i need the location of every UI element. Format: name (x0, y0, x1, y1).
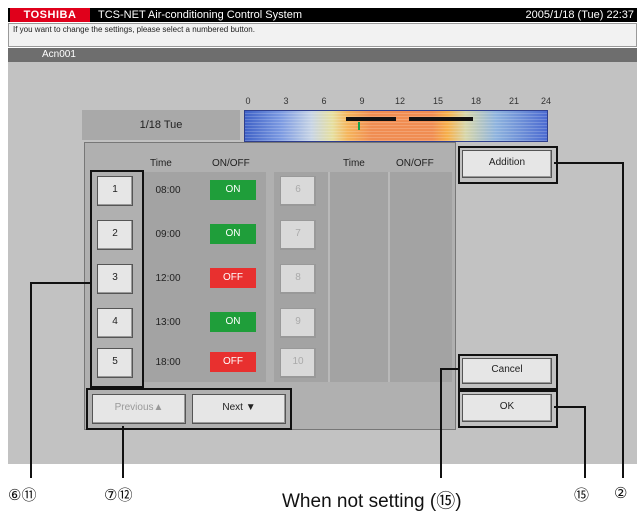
timeline-tick: 12 (394, 96, 405, 106)
status-badge: ON (210, 224, 256, 244)
timeline-tick: 9 (359, 96, 365, 106)
timeline-date: 1/18 Tue (82, 110, 240, 140)
column-header-onoff: ON/OFF (212, 158, 250, 169)
schedule-time: 12:00 (155, 273, 181, 284)
run-period (409, 117, 473, 121)
status-badge: OFF (210, 268, 256, 288)
schedule-time: 18:00 (155, 357, 181, 368)
status-badge: ON (210, 312, 256, 332)
current-marker (358, 122, 360, 130)
column-header-time: Time (343, 158, 365, 169)
callout-frame-numbers (90, 170, 144, 388)
group-name: Acn001 (8, 48, 637, 62)
timeline-tick: 18 (470, 96, 481, 106)
callout-number: ⑦⑫ (104, 487, 133, 504)
leader-line (30, 282, 32, 478)
schedule-number-button[interactable]: 6 (280, 176, 316, 206)
leader-line (440, 368, 460, 370)
app-title: TCS-NET Air-conditioning Control System (98, 9, 302, 21)
status-badge: ON (210, 180, 256, 200)
leader-line (554, 406, 586, 408)
timeline-tick: 21 (508, 96, 519, 106)
timeline-tick: 3 (283, 96, 289, 106)
callout-number: ⑥⑪ (8, 487, 37, 504)
leader-line (554, 162, 624, 164)
column-header-time: Time (150, 158, 172, 169)
callout-frame-paging (86, 388, 292, 430)
leader-line (622, 162, 624, 478)
timeline-tick: 15 (432, 96, 443, 106)
run-period (346, 117, 396, 121)
column-header-onoff: ON/OFF (396, 158, 434, 169)
callout-number: ⑮ (574, 487, 590, 504)
schedule-number-button[interactable]: 10 (280, 348, 316, 378)
schedule-number-button[interactable]: 8 (280, 264, 316, 294)
schedule-number-button[interactable]: 7 (280, 220, 316, 250)
timeline-tick: 0 (245, 96, 251, 106)
leader-line (440, 368, 442, 478)
date-time: 2005/1/18 (Tue) 22:37 (525, 9, 634, 21)
schedule-time: 08:00 (155, 185, 181, 196)
timeline-tick: 6 (321, 96, 327, 106)
callout-note: When not setting (⑮) (282, 491, 462, 512)
callout-frame-addition (458, 146, 558, 184)
callout-frame-cancel (458, 354, 558, 390)
day-timeline (244, 110, 548, 142)
timeline-tick: 24 (540, 96, 551, 106)
callout-number: ② (614, 485, 628, 502)
leader-line (584, 406, 586, 478)
instruction-message: If you want to change the settings, plea… (8, 23, 637, 47)
brand-logo: TOSHIBA (10, 8, 90, 22)
callout-frame-ok (458, 390, 558, 428)
leader-line (122, 426, 124, 478)
column-divider (388, 172, 390, 382)
schedule-time: 09:00 (155, 229, 181, 240)
schedule-number-button[interactable]: 9 (280, 308, 316, 338)
column-divider (328, 172, 330, 382)
schedule-time: 13:00 (155, 317, 181, 328)
status-badge: OFF (210, 352, 256, 372)
leader-line (30, 282, 92, 284)
